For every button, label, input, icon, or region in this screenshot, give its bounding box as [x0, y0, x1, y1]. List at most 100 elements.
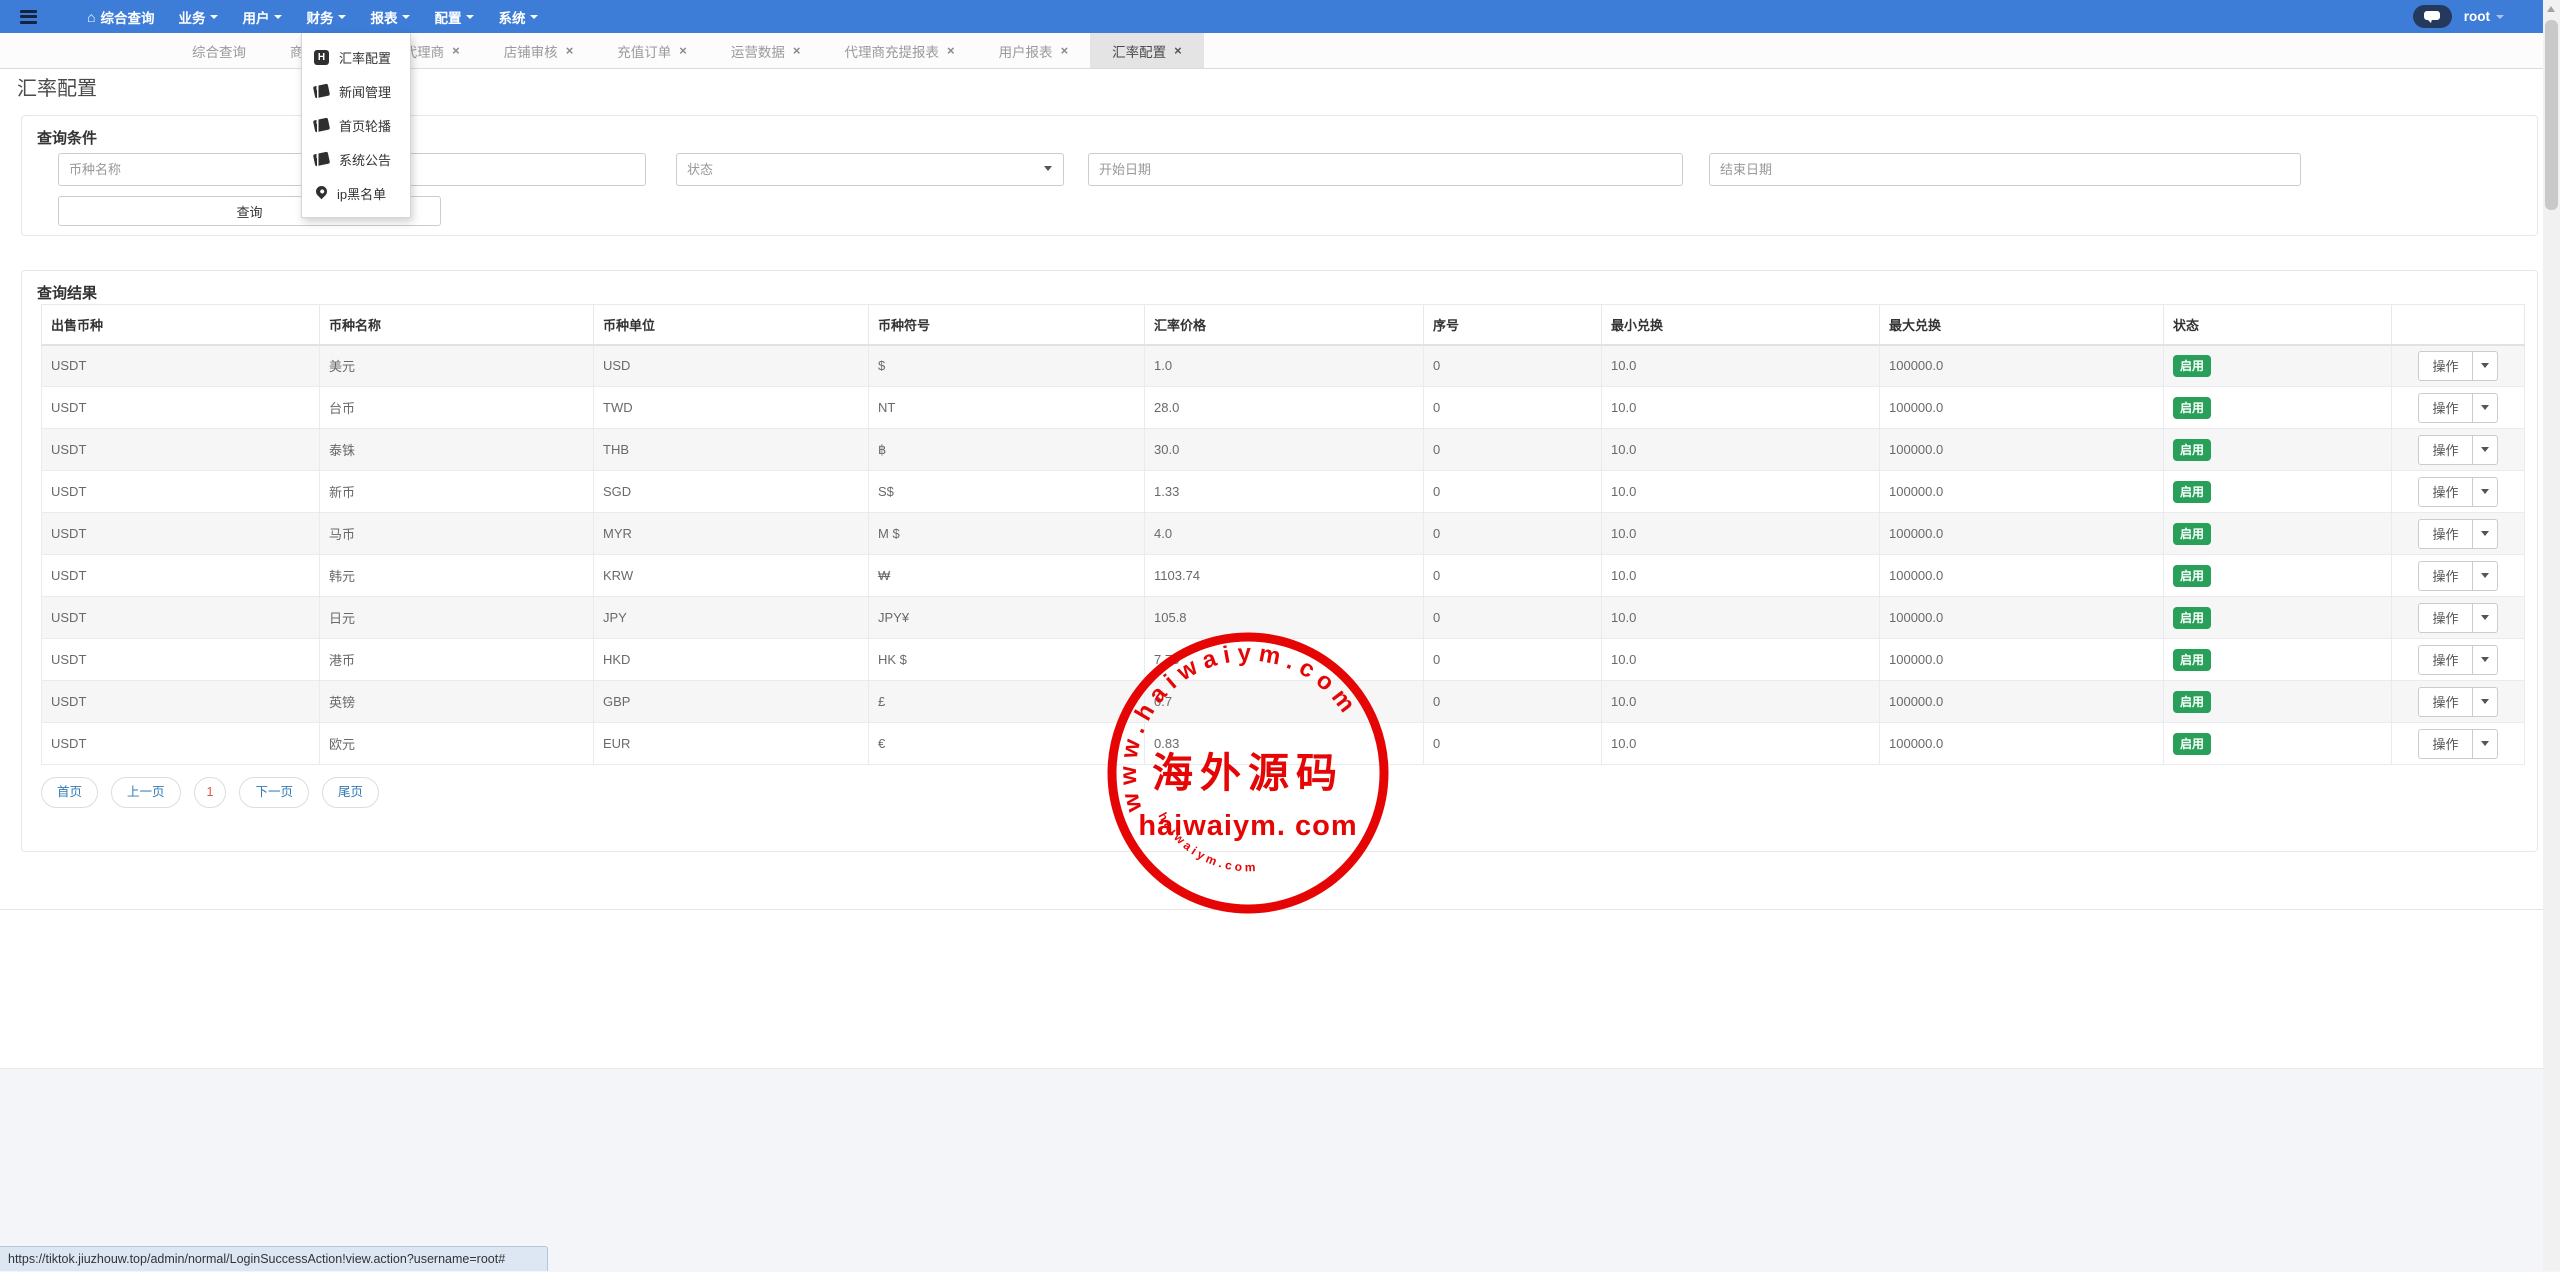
action-dropdown-toggle[interactable]	[2473, 645, 2498, 675]
close-icon[interactable]: ×	[566, 44, 574, 57]
tab-label: 运营数据	[731, 41, 785, 61]
action-button[interactable]: 操作	[2418, 351, 2472, 381]
hamburger-menu-icon[interactable]	[20, 10, 37, 24]
chevron-down-icon	[2481, 741, 2489, 746]
action-button-group: 操作	[2418, 729, 2497, 759]
cell-actions: 操作	[2392, 471, 2525, 513]
page-current[interactable]: 1	[194, 777, 227, 808]
page-button-1[interactable]: 上一页	[111, 777, 181, 808]
action-button[interactable]: 操作	[2418, 561, 2472, 591]
status-select[interactable]: 状态	[676, 153, 1064, 186]
action-button[interactable]: 操作	[2418, 393, 2472, 423]
cell-max: 100000.0	[1880, 639, 2164, 681]
action-button[interactable]: 操作	[2418, 435, 2472, 465]
nav-item-4[interactable]: 报表	[358, 0, 422, 33]
nav-item-1[interactable]: 业务	[166, 0, 230, 33]
end-date-input[interactable]	[1709, 153, 2301, 186]
nav-item-label: 配置	[434, 7, 461, 27]
status-badge: 启用	[2173, 649, 2211, 671]
action-dropdown-toggle[interactable]	[2473, 603, 2498, 633]
page-button-3[interactable]: 下一页	[239, 777, 309, 808]
config-dropdown-menu: H汇率配置新闻管理首页轮播系统公告ip黑名单	[301, 33, 411, 218]
action-dropdown-toggle[interactable]	[2473, 729, 2498, 759]
close-icon[interactable]: ×	[793, 44, 801, 57]
action-button[interactable]: 操作	[2418, 687, 2472, 717]
cell-rate: 1103.74	[1145, 555, 1424, 597]
cell-actions: 操作	[2392, 387, 2525, 429]
chevron-down-icon	[2481, 447, 2489, 452]
chevron-down-icon	[2496, 15, 2504, 19]
tab-6[interactable]: 代理商充提报表 ×	[822, 33, 976, 68]
messages-button[interactable]	[2413, 5, 2452, 28]
tab-8[interactable]: 汇率配置×	[1090, 33, 1204, 68]
user-menu[interactable]: root	[2464, 9, 2504, 24]
close-icon[interactable]: ×	[947, 44, 955, 57]
cell-max: 100000.0	[1880, 387, 2164, 429]
cell-max: 100000.0	[1880, 597, 2164, 639]
status-badge: 启用	[2173, 355, 2211, 377]
menu-item-4[interactable]: ip黑名单	[302, 176, 410, 210]
cell-seq: 0	[1424, 681, 1602, 723]
cell-max: 100000.0	[1880, 513, 2164, 555]
action-dropdown-toggle[interactable]	[2473, 561, 2498, 591]
cell-max: 100000.0	[1880, 555, 2164, 597]
status-badge: 启用	[2173, 397, 2211, 419]
close-icon[interactable]: ×	[1061, 44, 1069, 57]
tab-4[interactable]: 充值订单×	[595, 33, 709, 68]
page-button-0[interactable]: 首页	[41, 777, 98, 808]
menu-item-0[interactable]: H汇率配置	[302, 40, 410, 74]
nav-item-label: 综合查询	[100, 7, 154, 27]
table-row-9: USDT欧元EUR€0.83010.0100000.0启用操作	[42, 723, 2525, 765]
action-button[interactable]: 操作	[2418, 729, 2472, 759]
cell-sell: USDT	[42, 597, 320, 639]
cell-sell: USDT	[42, 429, 320, 471]
action-dropdown-toggle[interactable]	[2473, 351, 2498, 381]
action-dropdown-toggle[interactable]	[2473, 435, 2498, 465]
tab-7[interactable]: 用户报表×	[977, 33, 1091, 68]
tab-5[interactable]: 运营数据 ×	[709, 33, 823, 68]
tab-3[interactable]: 店铺审核×	[482, 33, 596, 68]
tab-0[interactable]: 综合查询	[170, 33, 268, 68]
cell-unit: MYR	[594, 513, 869, 555]
nav-item-5[interactable]: 配置	[422, 0, 486, 33]
close-icon[interactable]: ×	[679, 44, 687, 57]
menu-item-1[interactable]: 新闻管理	[302, 74, 410, 108]
start-date-input[interactable]	[1088, 153, 1683, 186]
cell-seq: 0	[1424, 387, 1602, 429]
nav-item-3[interactable]: 财务	[294, 0, 358, 33]
nav-item-2[interactable]: 用户	[230, 0, 294, 33]
nav-item-6[interactable]: 系统	[486, 0, 550, 33]
menu-item-label: 首页轮播	[339, 116, 391, 135]
table-row-0: USDT美元USD$1.0010.0100000.0启用操作	[42, 345, 2525, 387]
close-icon[interactable]: ×	[1174, 44, 1182, 57]
chevron-down-icon	[2481, 615, 2489, 620]
menu-item-3[interactable]: 系统公告	[302, 142, 410, 176]
vertical-scrollbar[interactable]	[2543, 0, 2560, 1271]
chevron-down-icon	[2481, 363, 2489, 368]
action-dropdown-toggle[interactable]	[2473, 687, 2498, 717]
cell-actions: 操作	[2392, 513, 2525, 555]
close-icon[interactable]: ×	[452, 44, 460, 57]
action-button[interactable]: 操作	[2418, 519, 2472, 549]
action-dropdown-toggle[interactable]	[2473, 393, 2498, 423]
cell-rate: 4.0	[1145, 513, 1424, 555]
tab-label: 综合查询	[192, 41, 246, 61]
column-header-3: 币种符号	[869, 305, 1145, 345]
action-dropdown-toggle[interactable]	[2473, 477, 2498, 507]
cell-min: 10.0	[1602, 345, 1880, 387]
menu-item-2[interactable]: 首页轮播	[302, 108, 410, 142]
cell-seq: 0	[1424, 429, 1602, 471]
cell-status: 启用	[2164, 345, 2392, 387]
action-button[interactable]: 操作	[2418, 477, 2472, 507]
page-button-4[interactable]: 尾页	[322, 777, 379, 808]
tab-label: 代理商充提报表	[844, 41, 939, 61]
cell-status: 启用	[2164, 639, 2392, 681]
action-dropdown-toggle[interactable]	[2473, 519, 2498, 549]
scroll-up-arrow-icon[interactable]	[2547, 6, 2555, 12]
cell-symbol: S$	[869, 471, 1145, 513]
nav-item-0[interactable]: ⌂综合查询	[75, 0, 166, 33]
scrollbar-thumb[interactable]	[2545, 20, 2558, 210]
chevron-down-icon	[210, 15, 218, 19]
action-button[interactable]: 操作	[2418, 603, 2472, 633]
action-button[interactable]: 操作	[2418, 645, 2472, 675]
